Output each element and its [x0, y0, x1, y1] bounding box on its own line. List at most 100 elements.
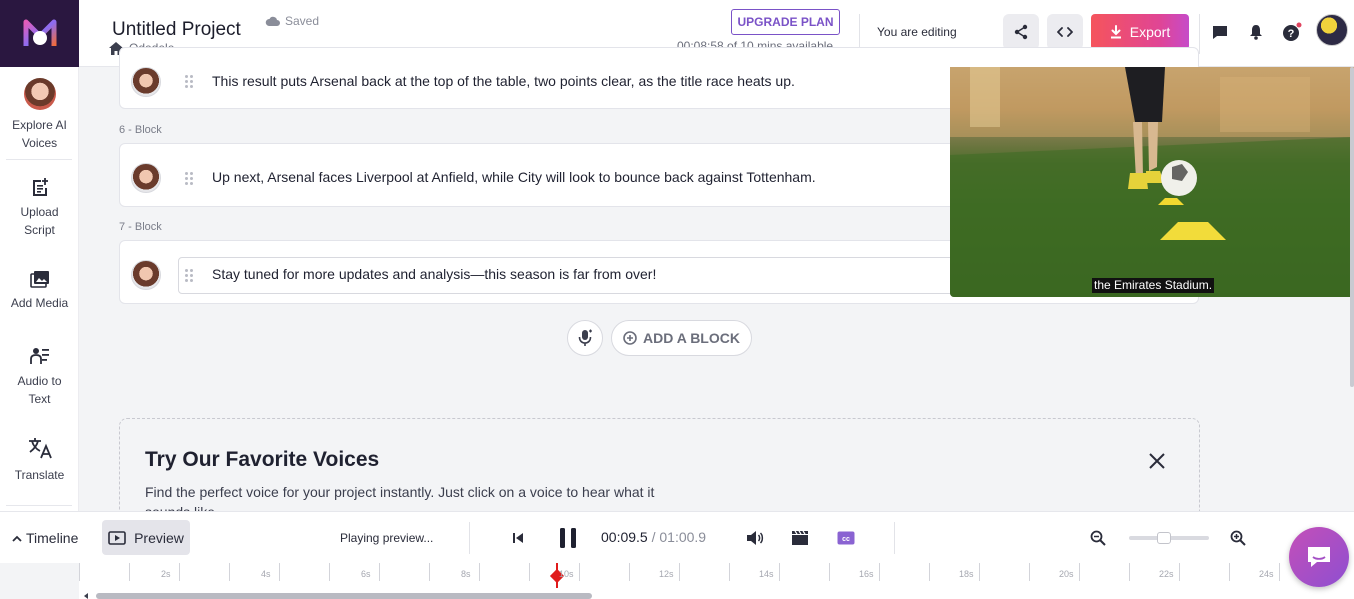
skip-to-start-icon[interactable] — [508, 528, 528, 548]
saved-label: Saved — [285, 14, 320, 28]
ruler-tick — [379, 563, 380, 581]
timeline-toggle[interactable]: Timeline — [12, 530, 78, 546]
ruler-tick — [1179, 563, 1180, 581]
ruler-tick — [529, 563, 530, 581]
microphone-icon — [578, 329, 592, 346]
ruler-tick — [129, 563, 130, 581]
drag-handle-icon[interactable] — [185, 75, 193, 88]
ruler-label: 8s — [461, 569, 471, 579]
zoom-in-icon[interactable] — [1228, 528, 1248, 548]
preview-label: Preview — [134, 529, 184, 546]
ruler-tick — [79, 563, 80, 581]
logo-icon — [23, 19, 56, 46]
add-block-label: ADD A BLOCK — [643, 330, 740, 346]
embed-button[interactable] — [1047, 14, 1083, 50]
export-button[interactable]: Export — [1091, 14, 1189, 50]
video-caption: the Emirates Stadium. — [1092, 278, 1215, 293]
clapperboard-icon[interactable] — [790, 528, 810, 548]
sidebar-item-upload-script[interactable]: Upload Script — [0, 177, 79, 239]
preview-button[interactable]: Preview — [102, 520, 190, 555]
voice-avatar[interactable] — [131, 67, 161, 97]
ruler-tick — [1229, 563, 1230, 581]
sidebar-item-label: Translate — [14, 468, 65, 482]
comments-icon[interactable] — [1210, 22, 1230, 42]
svg-text:cc: cc — [842, 536, 850, 543]
notifications-icon[interactable] — [1246, 22, 1266, 42]
audio-to-text-icon — [29, 348, 49, 364]
zoom-out-icon[interactable] — [1088, 528, 1108, 548]
share-button[interactable] — [1003, 14, 1039, 50]
zoom-slider[interactable] — [1129, 532, 1209, 544]
chat-support-button[interactable] — [1289, 527, 1349, 587]
svg-text:?: ? — [1288, 28, 1295, 40]
ruler-label: 10s — [559, 569, 574, 579]
horizontal-scrollbar[interactable] — [96, 593, 592, 599]
help-icon[interactable]: ? — [1282, 22, 1302, 42]
total-time: / 01:00.9 — [647, 529, 707, 545]
upload-script-icon — [32, 178, 48, 196]
captions-icon[interactable]: cc — [836, 528, 856, 548]
upgrade-plan-button[interactable]: UPGRADE PLAN — [731, 9, 840, 35]
sidebar-item-audio-to-text[interactable]: Audio to Text — [0, 346, 79, 408]
voice-avatar — [23, 78, 56, 110]
ruler-tick — [729, 563, 730, 581]
scroll-left-icon[interactable] — [82, 592, 90, 599]
sidebar-item-explore-ai-voices[interactable]: Explore AI Voices — [0, 78, 79, 152]
block-text[interactable]: Up next, Arsenal faces Liverpool at Anfi… — [212, 169, 816, 185]
sidebar-item-label: Explore AI Voices — [12, 118, 67, 150]
sidebar-item-add-media[interactable]: Add Media — [0, 270, 79, 312]
project-title[interactable]: Untitled Project — [112, 19, 241, 41]
block-text[interactable]: Stay tuned for more updates and analysis… — [212, 266, 656, 282]
ruler-tick — [1129, 563, 1130, 581]
ruler-label: 4s — [261, 569, 271, 579]
sidebar-divider — [6, 505, 72, 506]
sidebar-divider — [6, 159, 72, 160]
ruler-tick — [429, 563, 430, 581]
drag-handle-icon[interactable] — [185, 269, 193, 282]
add-block-button[interactable]: ADD A BLOCK — [611, 320, 752, 356]
ruler-tick — [479, 563, 480, 581]
ruler-label: 12s — [659, 569, 674, 579]
close-icon[interactable] — [1148, 452, 1166, 470]
vertical-scrollbar[interactable] — [1350, 67, 1354, 387]
record-voice-button[interactable] — [567, 320, 603, 356]
app-logo[interactable] — [0, 0, 79, 67]
timeline-label: Timeline — [26, 530, 79, 546]
sidebar-item-label: Add Media — [10, 296, 69, 310]
ruler-tick — [1279, 563, 1280, 581]
playback-bar: Timeline Preview Playing preview... 00:0… — [0, 511, 1354, 563]
pause-button[interactable] — [556, 526, 580, 550]
block-text[interactable]: This result puts Arsenal back at the top… — [212, 73, 795, 89]
editing-status: You are editing — [877, 25, 957, 39]
sidebar-item-translate[interactable]: Translate — [0, 436, 79, 484]
timeline-ruler[interactable]: 2s 4s 6s 8s 10s 12s 14s 16s 18s 20s 22s 24s — [79, 563, 1354, 599]
ruler-label: 24s — [1259, 569, 1274, 579]
sidebar-item-label: Audio to Text — [17, 374, 62, 406]
divider — [894, 522, 895, 554]
preview-icon — [108, 530, 126, 545]
ruler-label: 18s — [959, 569, 974, 579]
current-time: 00:09.5 — [601, 529, 648, 545]
ruler-label: 16s — [859, 569, 874, 579]
zoom-slider-thumb[interactable] — [1157, 532, 1171, 544]
voice-avatar[interactable] — [131, 260, 161, 290]
ruler-tick — [629, 563, 630, 581]
chevron-up-icon — [12, 535, 22, 542]
ruler-tick — [1029, 563, 1030, 581]
saved-status: Saved — [265, 14, 319, 28]
ruler-label: 6s — [361, 569, 371, 579]
voice-avatar[interactable] — [131, 163, 161, 193]
favorite-voices-title: Try Our Favorite Voices — [145, 448, 380, 471]
code-icon — [1057, 27, 1073, 37]
user-avatar[interactable] — [1316, 14, 1348, 46]
video-frame-image — [950, 67, 1354, 297]
ruler-tick — [829, 563, 830, 581]
video-preview[interactable]: the Emirates Stadium. — [950, 67, 1354, 297]
drag-handle-icon[interactable] — [185, 172, 193, 185]
divider — [1199, 14, 1200, 54]
export-label: Export — [1129, 24, 1171, 40]
cloud-icon — [265, 16, 280, 26]
ruler-label: 2s — [161, 569, 171, 579]
volume-icon[interactable] — [745, 528, 765, 548]
ruler-tick — [1079, 563, 1080, 581]
